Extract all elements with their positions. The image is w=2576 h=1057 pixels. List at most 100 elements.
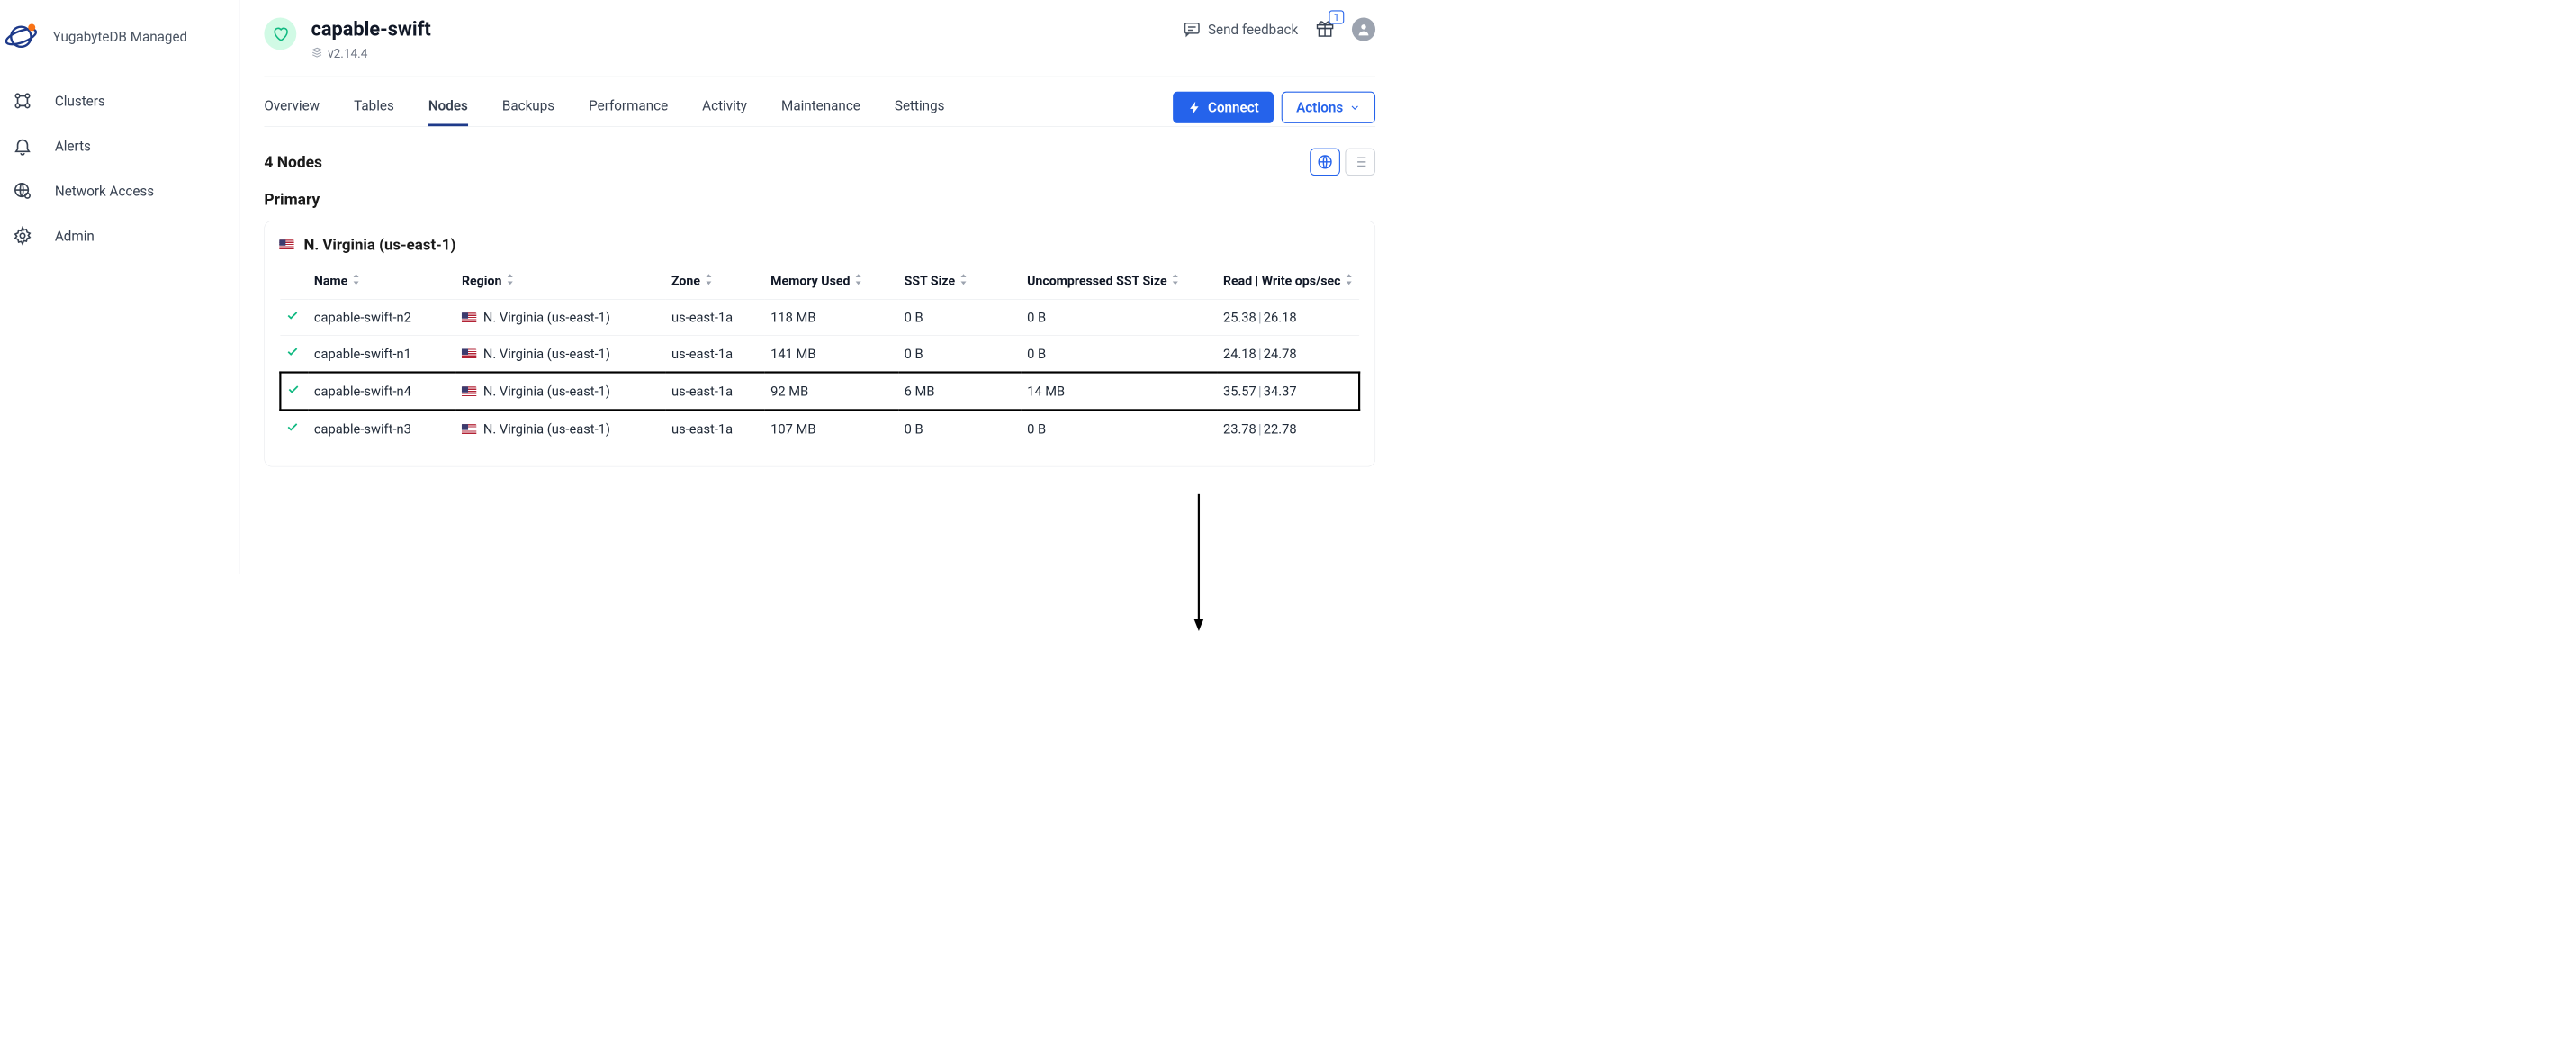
us-flag-icon — [462, 349, 476, 360]
health-icon — [264, 18, 296, 50]
whatsnew-button[interactable]: 1 — [1315, 18, 1336, 41]
gift-badge: 1 — [1329, 10, 1344, 23]
col-region[interactable]: Region — [455, 263, 665, 299]
nav-label: Admin — [55, 228, 95, 244]
cell-ops: 23.78|22.78 — [1217, 410, 1359, 447]
check-icon — [287, 384, 300, 399]
cell-usst: 14 MB — [1022, 373, 1218, 411]
gear-icon — [13, 226, 32, 246]
actions-label: Actions — [1296, 99, 1343, 115]
tab-settings[interactable]: Settings — [895, 88, 945, 126]
us-flag-icon — [462, 386, 476, 397]
nav-label: Network Access — [55, 183, 154, 199]
nav-label: Alerts — [55, 138, 91, 154]
nodes-count: 4 Nodes — [264, 153, 321, 172]
title-block: capable-swift v2.14.4 — [311, 18, 431, 62]
nav-clusters[interactable]: Clusters — [0, 78, 239, 123]
chat-icon — [1183, 20, 1202, 39]
sidebar: YugabyteDB Managed Clusters Alerts Netwo… — [0, 0, 239, 574]
us-flag-icon — [279, 239, 293, 250]
col-ops[interactable]: Read | Write ops/sec — [1217, 263, 1359, 299]
tab-nodes[interactable]: Nodes — [428, 88, 468, 126]
brand-label: YugabyteDB Managed — [53, 29, 187, 45]
sort-icon — [352, 274, 361, 288]
nav-list: Clusters Alerts Network Access Admin — [0, 74, 239, 264]
sort-icon — [1345, 274, 1354, 288]
planet-icon — [4, 20, 38, 54]
us-flag-icon — [462, 424, 476, 435]
cell-sst: 0 B — [898, 336, 1021, 373]
cell-usst: 0 B — [1022, 336, 1218, 373]
cell-ops: 35.57|34.37 — [1217, 373, 1359, 411]
list-icon — [1352, 154, 1368, 170]
tab-tables[interactable]: Tables — [354, 88, 394, 126]
send-feedback-button[interactable]: Send feedback — [1183, 20, 1298, 39]
globe-icon — [1317, 154, 1333, 170]
feedback-label: Send feedback — [1208, 22, 1298, 38]
cell-memory: 107 MB — [765, 410, 898, 447]
view-list-button[interactable] — [1345, 149, 1375, 176]
col-memory[interactable]: Memory Used — [765, 263, 898, 299]
cell-name: capable-swift-n4 — [308, 373, 455, 411]
us-flag-icon — [462, 312, 476, 323]
col-sst[interactable]: SST Size — [898, 263, 1021, 299]
tab-overview[interactable]: Overview — [264, 88, 320, 126]
cell-sst: 6 MB — [898, 373, 1021, 411]
cluster-version: v2.14.4 — [328, 47, 367, 61]
cell-ops: 24.18|24.78 — [1217, 336, 1359, 373]
tab-performance[interactable]: Performance — [589, 88, 668, 126]
check-icon — [286, 346, 299, 361]
cell-region: N. Virginia (us-east-1) — [455, 410, 665, 447]
col-zone[interactable]: Zone — [665, 263, 764, 299]
connect-button[interactable]: Connect — [1173, 92, 1274, 123]
col-name[interactable]: Name — [308, 263, 455, 299]
cell-name: capable-swift-n2 — [308, 299, 455, 335]
user-icon — [1356, 22, 1371, 36]
region-panel: N. Virginia (us-east-1) Name Region Zone… — [264, 221, 1375, 466]
cell-zone: us-east-1a — [665, 373, 764, 411]
nav-admin[interactable]: Admin — [0, 213, 239, 258]
cell-region: N. Virginia (us-east-1) — [455, 336, 665, 373]
connect-label: Connect — [1208, 99, 1259, 115]
arrow-annotation — [1193, 494, 1203, 633]
tab-backups[interactable]: Backups — [502, 88, 554, 126]
sort-icon — [959, 274, 968, 288]
cell-region: N. Virginia (us-east-1) — [455, 299, 665, 335]
cell-zone: us-east-1a — [665, 299, 764, 335]
tab-activity[interactable]: Activity — [702, 88, 747, 126]
nodes-count-row: 4 Nodes — [264, 127, 1375, 191]
nav-label: Clusters — [55, 93, 105, 109]
col-usst[interactable]: Uncompressed SST Size — [1022, 263, 1218, 299]
sort-icon — [854, 274, 863, 288]
cell-usst: 0 B — [1022, 410, 1218, 447]
table-row[interactable]: capable-swift-n1N. Virginia (us-east-1)u… — [280, 336, 1359, 373]
region-header: N. Virginia (us-east-1) — [279, 236, 1360, 254]
cell-usst: 0 B — [1022, 299, 1218, 335]
user-menu[interactable] — [1352, 18, 1375, 41]
view-region-button[interactable] — [1310, 149, 1340, 176]
cell-name: capable-swift-n1 — [308, 336, 455, 373]
actions-button[interactable]: Actions — [1282, 92, 1375, 123]
clusters-icon — [13, 91, 32, 111]
table-row[interactable]: capable-swift-n4N. Virginia (us-east-1)u… — [280, 373, 1359, 411]
tab-maintenance[interactable]: Maintenance — [781, 88, 860, 126]
globe-gear-icon — [13, 181, 32, 201]
brand-logo[interactable]: YugabyteDB Managed — [0, 0, 239, 74]
cell-sst: 0 B — [898, 299, 1021, 335]
nav-alerts[interactable]: Alerts — [0, 123, 239, 168]
nodes-table: Name Region Zone Memory Used SST Size Un… — [279, 263, 1360, 447]
check-icon — [286, 421, 299, 437]
nav-network[interactable]: Network Access — [0, 168, 239, 213]
main: capable-swift v2.14.4 Send feedback 1 Ov… — [239, 0, 1400, 492]
cell-ops: 25.38|26.18 — [1217, 299, 1359, 335]
bolt-icon — [1187, 100, 1202, 114]
cell-region: N. Virginia (us-east-1) — [455, 373, 665, 411]
section-primary: Primary — [264, 190, 1375, 209]
table-row[interactable]: capable-swift-n2N. Virginia (us-east-1)u… — [280, 299, 1359, 335]
cell-memory: 92 MB — [765, 373, 898, 411]
cell-name: capable-swift-n3 — [308, 410, 455, 447]
region-name: N. Virginia (us-east-1) — [303, 236, 455, 254]
sort-icon — [506, 274, 515, 288]
cell-zone: us-east-1a — [665, 410, 764, 447]
table-row[interactable]: capable-swift-n3N. Virginia (us-east-1)u… — [280, 410, 1359, 447]
